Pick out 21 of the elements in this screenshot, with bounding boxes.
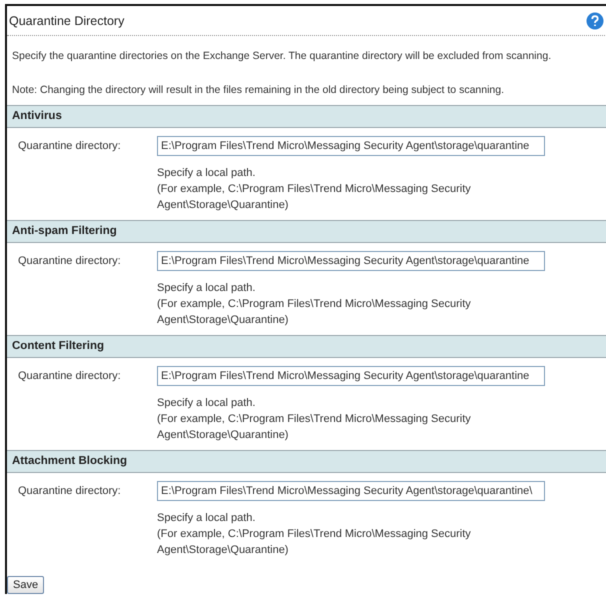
panel-title: Quarantine Directory <box>9 14 124 28</box>
hint-text: Specify a local path. (For example, C:\Program Files\Trend Micro\Messaging Security Agent\Storage\Quarantine) <box>157 511 472 558</box>
section-header: Attachment Blocking <box>7 451 606 473</box>
directory-field[interactable]: E:\Program Files\Trend Micro\Messaging Security Agent\storage\quarantine <box>157 251 545 271</box>
section-header: Content Filtering <box>7 336 606 358</box>
hint-text: Specify a local path. (For example, C:\Program Files\Trend Micro\Messaging Security Agent\Storage\Quarantine) <box>157 166 472 213</box>
description-text: Note: Changing the directory will result in the files remaining in the old directory being subject to scanning. <box>11 83 506 98</box>
description-text: Specify the quarantine directories on the Exchange Server. The quarantine directory will be excluded from scanning. <box>11 49 552 64</box>
directory-field[interactable]: E:\Program Files\Trend Micro\Messaging Security Agent\storage\quarantine <box>157 366 545 386</box>
section-header: Antivirus <box>7 106 606 128</box>
hint-text: Specify a local path. (For example, C:\Program Files\Trend Micro\Messaging Security Agent\Storage\Quarantine) <box>157 396 472 443</box>
field-label: Quarantine directory: <box>17 485 122 497</box>
field-label: Quarantine directory: <box>17 140 122 152</box>
field-label: Quarantine directory: <box>17 255 122 267</box>
save-button[interactable]: Save <box>7 576 44 594</box>
help-icon[interactable] <box>586 12 604 30</box>
field-label: Quarantine directory: <box>17 370 122 382</box>
hint-text: Specify a local path. (For example, C:\Program Files\Trend Micro\Messaging Security Agent\Storage\Quarantine) <box>157 281 472 328</box>
directory-field[interactable]: E:\Program Files\Trend Micro\Messaging Security Agent\storage\quarantine\ <box>157 481 545 501</box>
directory-field[interactable]: E:\Program Files\Trend Micro\Messaging Security Agent\storage\quarantine <box>157 136 545 156</box>
section-header: Anti-spam Filtering <box>7 221 606 243</box>
